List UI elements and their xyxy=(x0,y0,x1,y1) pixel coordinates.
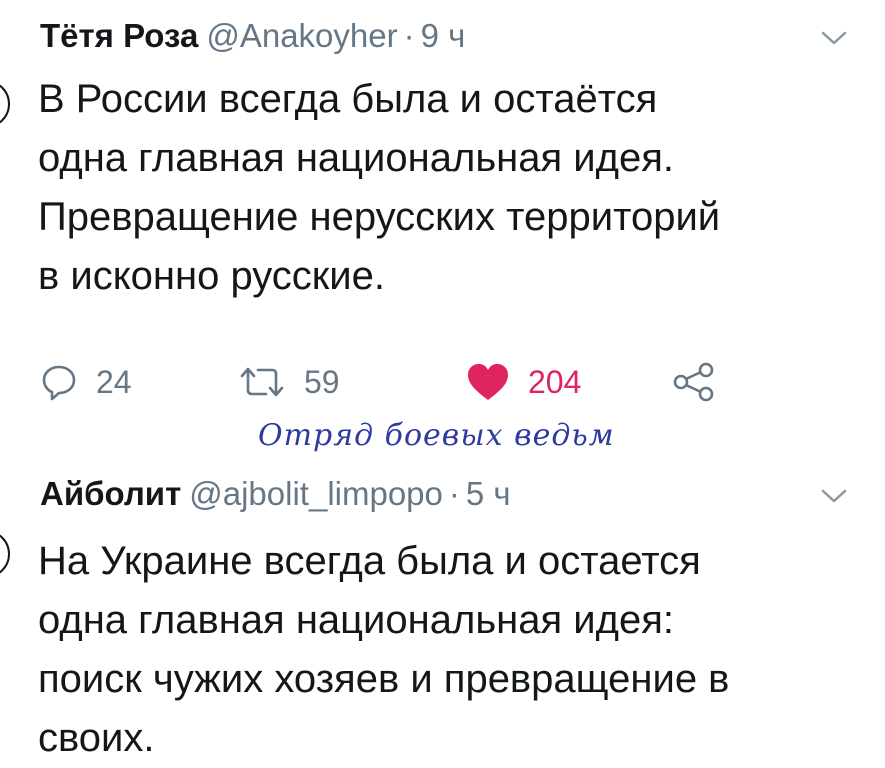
separator: · xyxy=(448,475,460,512)
watermark: Отряд боевых ведьм xyxy=(258,418,615,453)
chevron-down-icon[interactable] xyxy=(821,488,847,504)
tweet[interactable]: Тётя Роза @Anakoyher · 9 ч В России всегда … xyxy=(0,0,885,420)
retweet-button[interactable]: 59 xyxy=(238,357,340,407)
separator: · xyxy=(403,17,415,54)
reply-button[interactable]: 24 xyxy=(40,357,132,407)
avatar[interactable] xyxy=(0,530,10,578)
tweet-text-line: своих. xyxy=(38,716,155,760)
heart-icon xyxy=(468,364,508,400)
share-button[interactable] xyxy=(672,357,716,407)
tweet-text-line: одна главная национальная идея. xyxy=(38,136,674,180)
timestamp[interactable]: 5 ч xyxy=(466,475,511,512)
tweet-header: Тётя Роза @Anakoyher · 9 ч xyxy=(40,14,465,58)
reply-count: 24 xyxy=(96,363,132,400)
tweet-text: На Украине всегда была и остается одна г… xyxy=(38,532,838,768)
author-handle[interactable]: @Anakoyher xyxy=(206,17,397,54)
chevron-down-icon[interactable] xyxy=(821,30,847,46)
tweet-actions: 24 59 204 xyxy=(40,357,740,407)
tweet-text: В России всегда была и остаётся одна гла… xyxy=(38,70,838,306)
tweet-text-line: поиск чужих хозяев и превращение в xyxy=(38,657,730,701)
retweet-count: 59 xyxy=(304,363,340,400)
tweet-text-line: одна главная национальная идея: xyxy=(38,598,674,642)
tweet-text-line: в исконно русские. xyxy=(38,254,385,298)
tweet-header: Айболит @ajbolit_limpopo · 5 ч xyxy=(40,472,511,516)
tweet-text-line: В России всегда была и остаётся xyxy=(38,77,658,121)
share-icon xyxy=(673,362,714,402)
like-button[interactable]: 204 xyxy=(466,357,581,407)
reply-icon xyxy=(42,365,76,401)
author-handle[interactable]: @ajbolit_limpopo xyxy=(189,475,443,512)
author-name[interactable]: Тётя Роза xyxy=(40,17,198,54)
tweet-text-line: На Украине всегда была и остается xyxy=(38,539,701,583)
timestamp[interactable]: 9 ч xyxy=(421,17,466,54)
tweet-text-line: Превращение нерусских территорий xyxy=(38,195,721,239)
author-name[interactable]: Айболит xyxy=(40,475,181,512)
tweet[interactable]: Айболит @ajbolit_limpopo · 5 ч На Украине в… xyxy=(0,460,885,760)
like-count: 204 xyxy=(528,363,582,400)
retweet-icon xyxy=(240,367,284,397)
avatar[interactable] xyxy=(0,80,10,128)
